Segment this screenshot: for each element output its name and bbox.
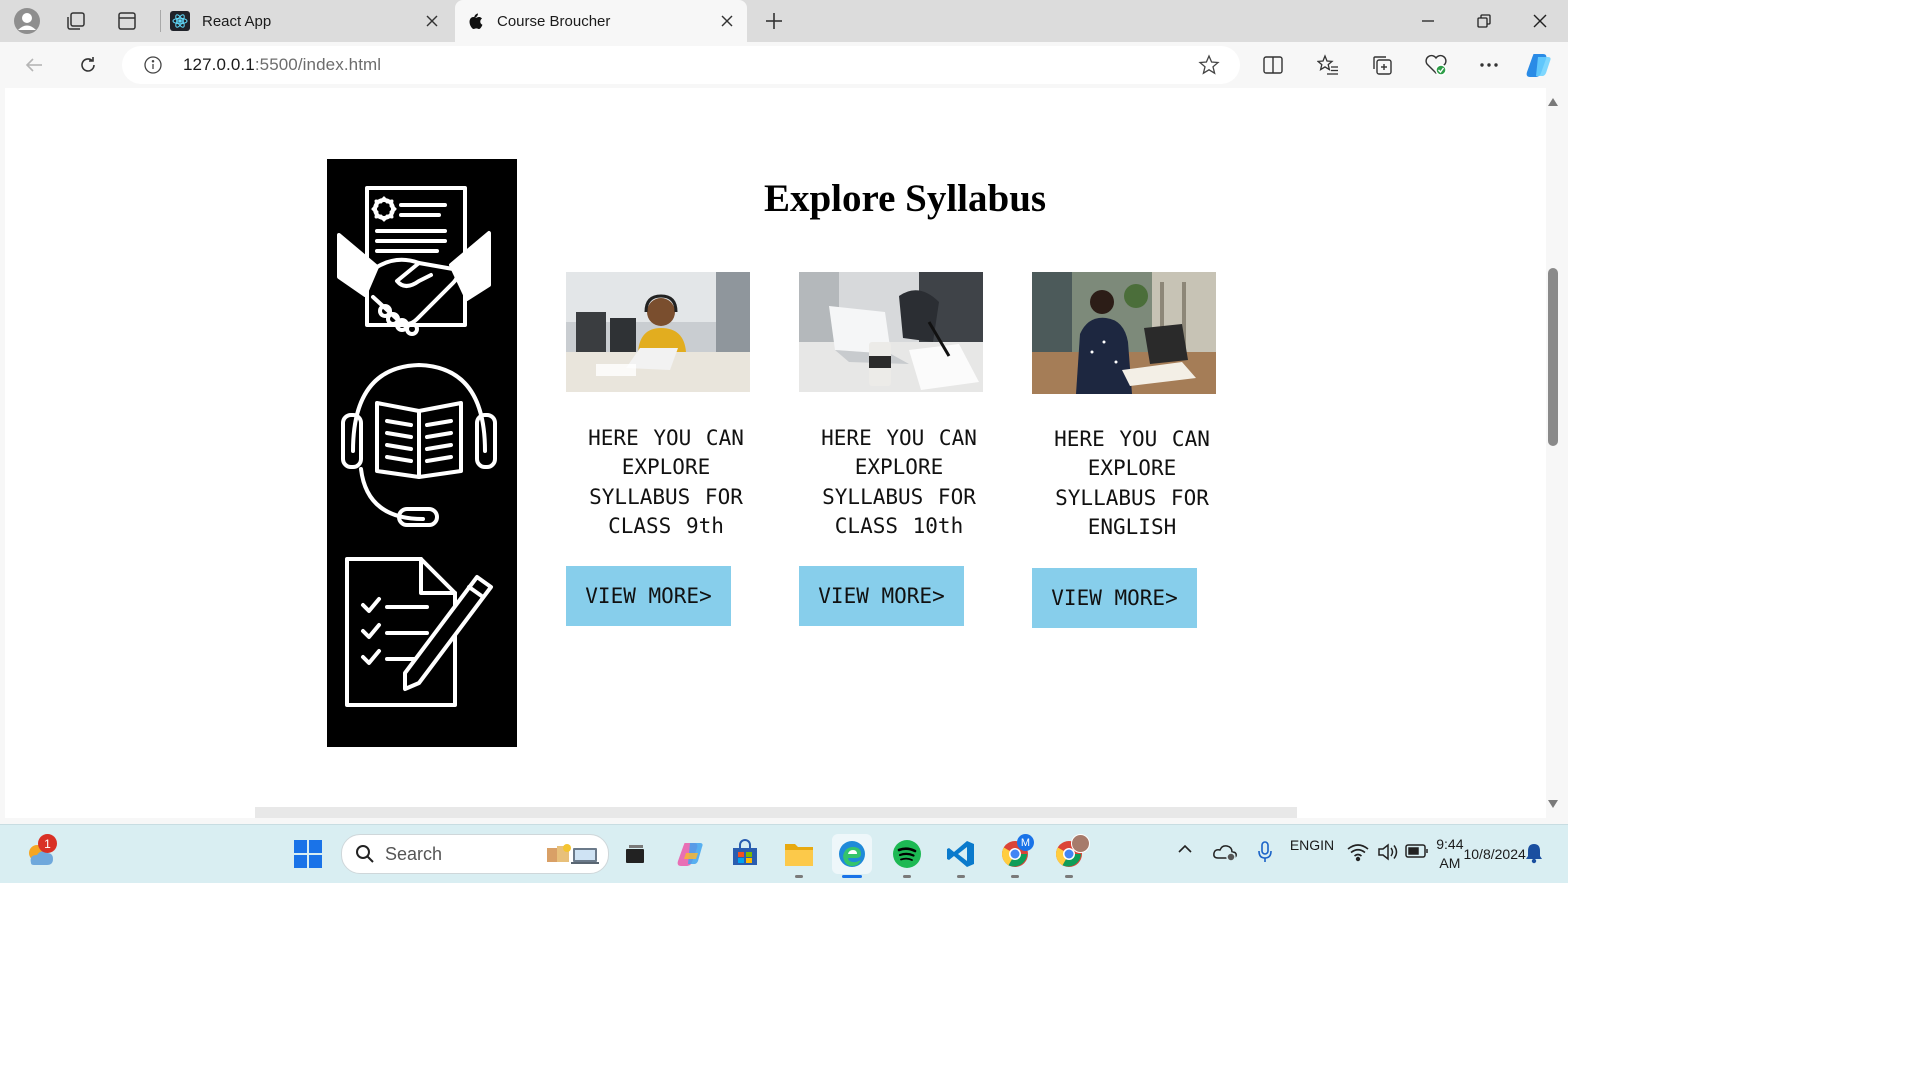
- address-bar[interactable]: 127.0.0.1:5500/index.html: [122, 46, 1240, 84]
- workspaces-icon[interactable]: [62, 7, 90, 35]
- tab-react-app[interactable]: React App: [164, 0, 452, 42]
- copilot-app-icon[interactable]: [671, 834, 711, 874]
- url-path: :5500/index.html: [254, 55, 382, 74]
- apple-logo-icon: [465, 11, 485, 31]
- close-window-button[interactable]: [1512, 0, 1568, 42]
- clock-time: 9:44 AM: [1436, 836, 1464, 871]
- chrome-profile-photo-icon[interactable]: [1049, 834, 1090, 878]
- running-indicator: [903, 875, 911, 878]
- search-highlight-books-icon: [545, 842, 601, 871]
- weather-widget-icon[interactable]: 1: [20, 834, 60, 874]
- clock-date: 10/8/2024: [1463, 845, 1526, 862]
- file-explorer-icon[interactable]: [779, 834, 819, 878]
- tab-title: Course Broucher: [497, 12, 611, 30]
- react-logo-icon: [170, 11, 190, 31]
- spotify-icon[interactable]: [887, 834, 927, 878]
- close-tab-icon[interactable]: [422, 11, 442, 31]
- split-screen-icon[interactable]: [1258, 51, 1288, 79]
- profile-badge: M: [1017, 834, 1034, 851]
- horizontal-scrollbar[interactable]: [255, 807, 1297, 818]
- site-info-icon[interactable]: [143, 55, 163, 80]
- view-more-button[interactable]: VIEW MORE>: [799, 566, 964, 626]
- browser-toolbar: 127.0.0.1:5500/index.html: [0, 42, 1568, 88]
- tab-course-broucher[interactable]: Course Broucher: [455, 0, 747, 42]
- view-more-button[interactable]: VIEW MORE>: [1032, 568, 1197, 628]
- more-options-icon[interactable]: [1474, 51, 1504, 79]
- taskbar: 1 Search M ENG IN 9:44 AM 10/8/2024: [0, 824, 1568, 883]
- notifications-bell-icon[interactable]: [1524, 842, 1544, 864]
- battery-icon[interactable]: [1405, 844, 1429, 858]
- search-placeholder: Search: [385, 843, 443, 864]
- view-more-button[interactable]: VIEW MORE>: [566, 566, 731, 626]
- running-indicator: [1065, 875, 1073, 878]
- show-hidden-icons-chevron-icon[interactable]: [1176, 843, 1194, 855]
- volume-icon[interactable]: [1376, 842, 1400, 862]
- close-tab-icon[interactable]: [717, 11, 737, 31]
- running-indicator: [795, 875, 803, 878]
- profile-avatar-icon[interactable]: [13, 7, 41, 35]
- clock[interactable]: 9:44 AM 10/8/2024: [1436, 835, 1526, 873]
- region-code: IN: [1320, 837, 1335, 853]
- card-text: HERE YOU CAN EXPLORE SYLLABUS FOR CLASS …: [821, 426, 977, 538]
- url-text[interactable]: 127.0.0.1:5500/index.html: [183, 55, 381, 75]
- tab-divider: [160, 10, 161, 32]
- title-bar: React App Course Broucher: [0, 0, 1568, 42]
- tab-title: React App: [202, 12, 272, 30]
- microphone-icon[interactable]: [1256, 840, 1274, 864]
- task-view-icon[interactable]: [615, 834, 655, 874]
- scroll-down-arrow-icon: [1548, 800, 1558, 808]
- favorite-star-icon[interactable]: [1198, 54, 1220, 81]
- card-image-student-headset: [566, 272, 750, 392]
- restore-button[interactable]: [1456, 0, 1512, 42]
- back-button[interactable]: [19, 51, 49, 79]
- wifi-icon[interactable]: [1346, 842, 1370, 862]
- search-icon: [355, 844, 375, 869]
- tab-actions-icon[interactable]: [113, 7, 141, 35]
- taskbar-search-box[interactable]: Search: [341, 834, 609, 874]
- profile-photo-avatar: [1071, 834, 1090, 853]
- url-host: 127.0.0.1: [183, 55, 255, 74]
- favorites-icon[interactable]: [1313, 51, 1343, 79]
- card-text: HERE YOU CAN EXPLORE SYLLABUS FOR ENGLIS…: [1054, 427, 1210, 539]
- onedrive-cloud-icon[interactable]: [1212, 842, 1238, 862]
- chrome-profile-m-icon[interactable]: M: [995, 834, 1035, 878]
- refresh-button[interactable]: [73, 51, 103, 79]
- start-button[interactable]: [288, 834, 328, 874]
- running-indicator: [957, 875, 965, 878]
- language-indicator[interactable]: ENG IN: [1290, 836, 1334, 855]
- headset-book-icon: [341, 363, 497, 527]
- microsoft-store-icon[interactable]: [725, 834, 765, 874]
- edge-app-icon[interactable]: [832, 834, 872, 878]
- card-image-woman-laptop: [1032, 272, 1216, 394]
- web-page: Explore Syllabus HERE YOU CAN EXPLORE SY…: [5, 88, 1546, 818]
- minimize-button[interactable]: [1400, 0, 1456, 42]
- collections-icon[interactable]: [1367, 51, 1397, 79]
- new-tab-icon[interactable]: [760, 7, 788, 35]
- browser-essentials-icon[interactable]: [1421, 51, 1451, 79]
- card-text: HERE YOU CAN EXPLORE SYLLABUS FOR CLASS …: [588, 426, 744, 538]
- vscode-icon[interactable]: [941, 834, 981, 878]
- card-image-laptop-writing: [799, 272, 983, 392]
- page-heading: Explore Syllabus: [763, 177, 1047, 220]
- contract-handshake-icon: [337, 186, 491, 336]
- vertical-scrollbar-thumb[interactable]: [1548, 268, 1558, 446]
- copilot-icon[interactable]: [1524, 51, 1554, 79]
- vertical-scrollbar[interactable]: [1546, 88, 1560, 818]
- active-indicator: [842, 875, 862, 878]
- running-indicator: [1011, 875, 1019, 878]
- browser-viewport: Explore Syllabus HERE YOU CAN EXPLORE SY…: [0, 88, 1568, 824]
- scroll-up-arrow-icon: [1548, 98, 1558, 106]
- checklist-pen-icon: [345, 557, 493, 707]
- sidebar-illustration: [327, 159, 517, 747]
- language-code: ENG: [1289, 837, 1321, 853]
- notification-badge: 1: [38, 834, 57, 853]
